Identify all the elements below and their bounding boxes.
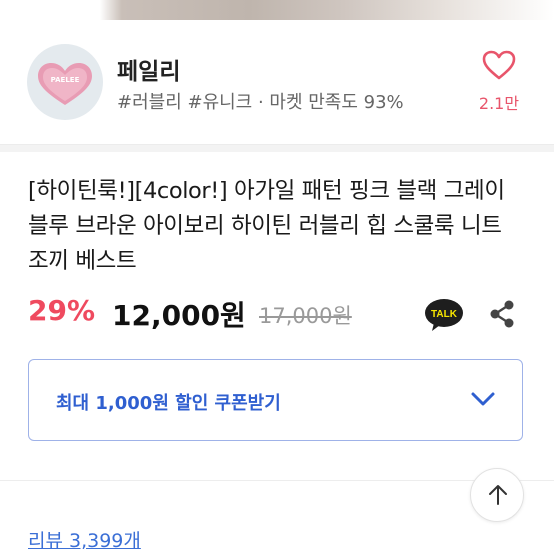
section-divider	[0, 144, 554, 152]
chevron-down-icon	[471, 392, 495, 406]
shop-name[interactable]: 페일리	[117, 52, 180, 86]
share-icon[interactable]	[488, 299, 516, 329]
scroll-to-top-button[interactable]	[470, 468, 524, 522]
talk-icon-text: TALK	[431, 309, 458, 320]
discount-rate: 29%	[28, 294, 96, 327]
arrow-up-icon	[489, 485, 507, 505]
shop-logo-heart: PAELEE	[38, 63, 92, 105]
review-link[interactable]: 리뷰 3,399개	[28, 526, 141, 553]
coupon-label: 최대 1,000원 할인 쿠폰받기	[56, 393, 281, 414]
like-count: 2.1만	[478, 94, 520, 113]
product-image-bottom-edge	[0, 0, 554, 20]
shop-avatar[interactable]: PAELEE	[27, 44, 103, 120]
product-title: [하이틴룩!][4color!] 아가일 패턴 핑크 블랙 그레이 블루 브라운…	[28, 178, 505, 274]
shop-info-row[interactable]: PAELEE 페일리 #러블리 #유니크 · 마켓 만족도 93% 2.1만	[0, 20, 554, 140]
shop-logo-text: PAELEE	[51, 76, 80, 84]
original-price: 17,000원	[259, 304, 352, 328]
bottom-divider	[0, 480, 554, 481]
kakao-talk-icon[interactable]: TALK	[424, 298, 464, 332]
coupon-button[interactable]: 최대 1,000원 할인 쿠폰받기	[28, 359, 523, 441]
shop-tags: #러블리 #유니크 · 마켓 만족도 93%	[117, 92, 404, 113]
sale-price: 12,000원	[112, 299, 246, 332]
heart-icon[interactable]	[482, 50, 516, 80]
